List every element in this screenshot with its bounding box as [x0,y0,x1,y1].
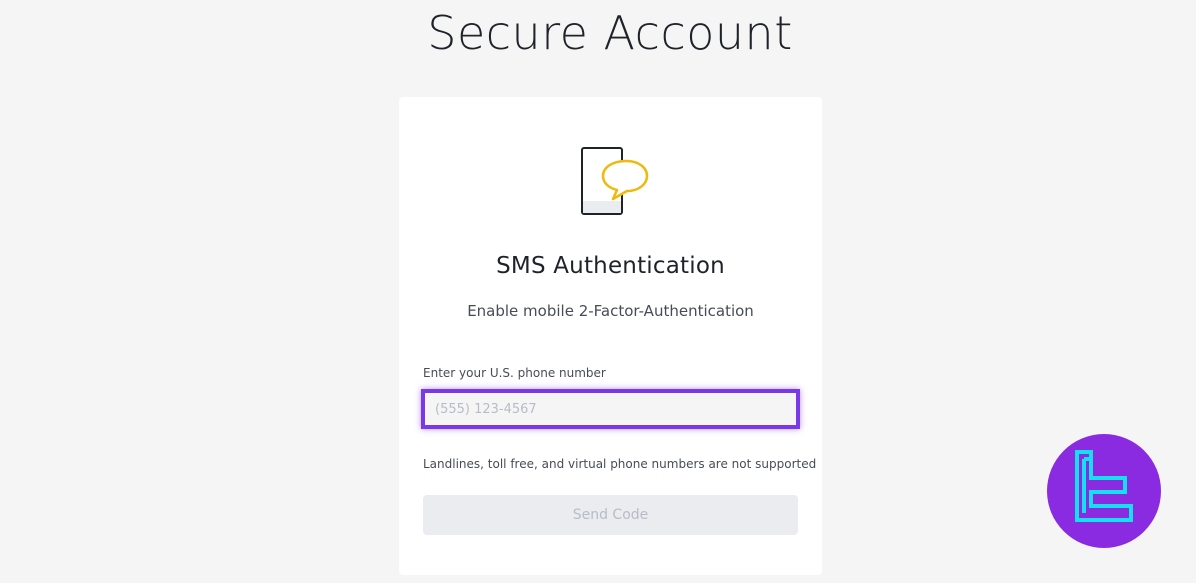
phone-input-highlight [421,389,800,429]
sms-auth-card: SMS Authentication Enable mobile 2-Facto… [399,97,822,575]
phone-chat-icon [579,145,651,217]
page-title: Secure Account [427,6,793,60]
send-code-button[interactable]: Send Code [423,495,798,535]
phone-field-label: Enter your U.S. phone number [423,366,606,380]
card-subtitle: Enable mobile 2-Factor-Authentication [467,302,754,320]
card-title: SMS Authentication [496,253,725,279]
brand-logo-icon [1047,434,1161,548]
phone-field-hint: Landlines, toll free, and virtual phone … [423,457,817,471]
phone-number-input[interactable] [425,393,796,425]
